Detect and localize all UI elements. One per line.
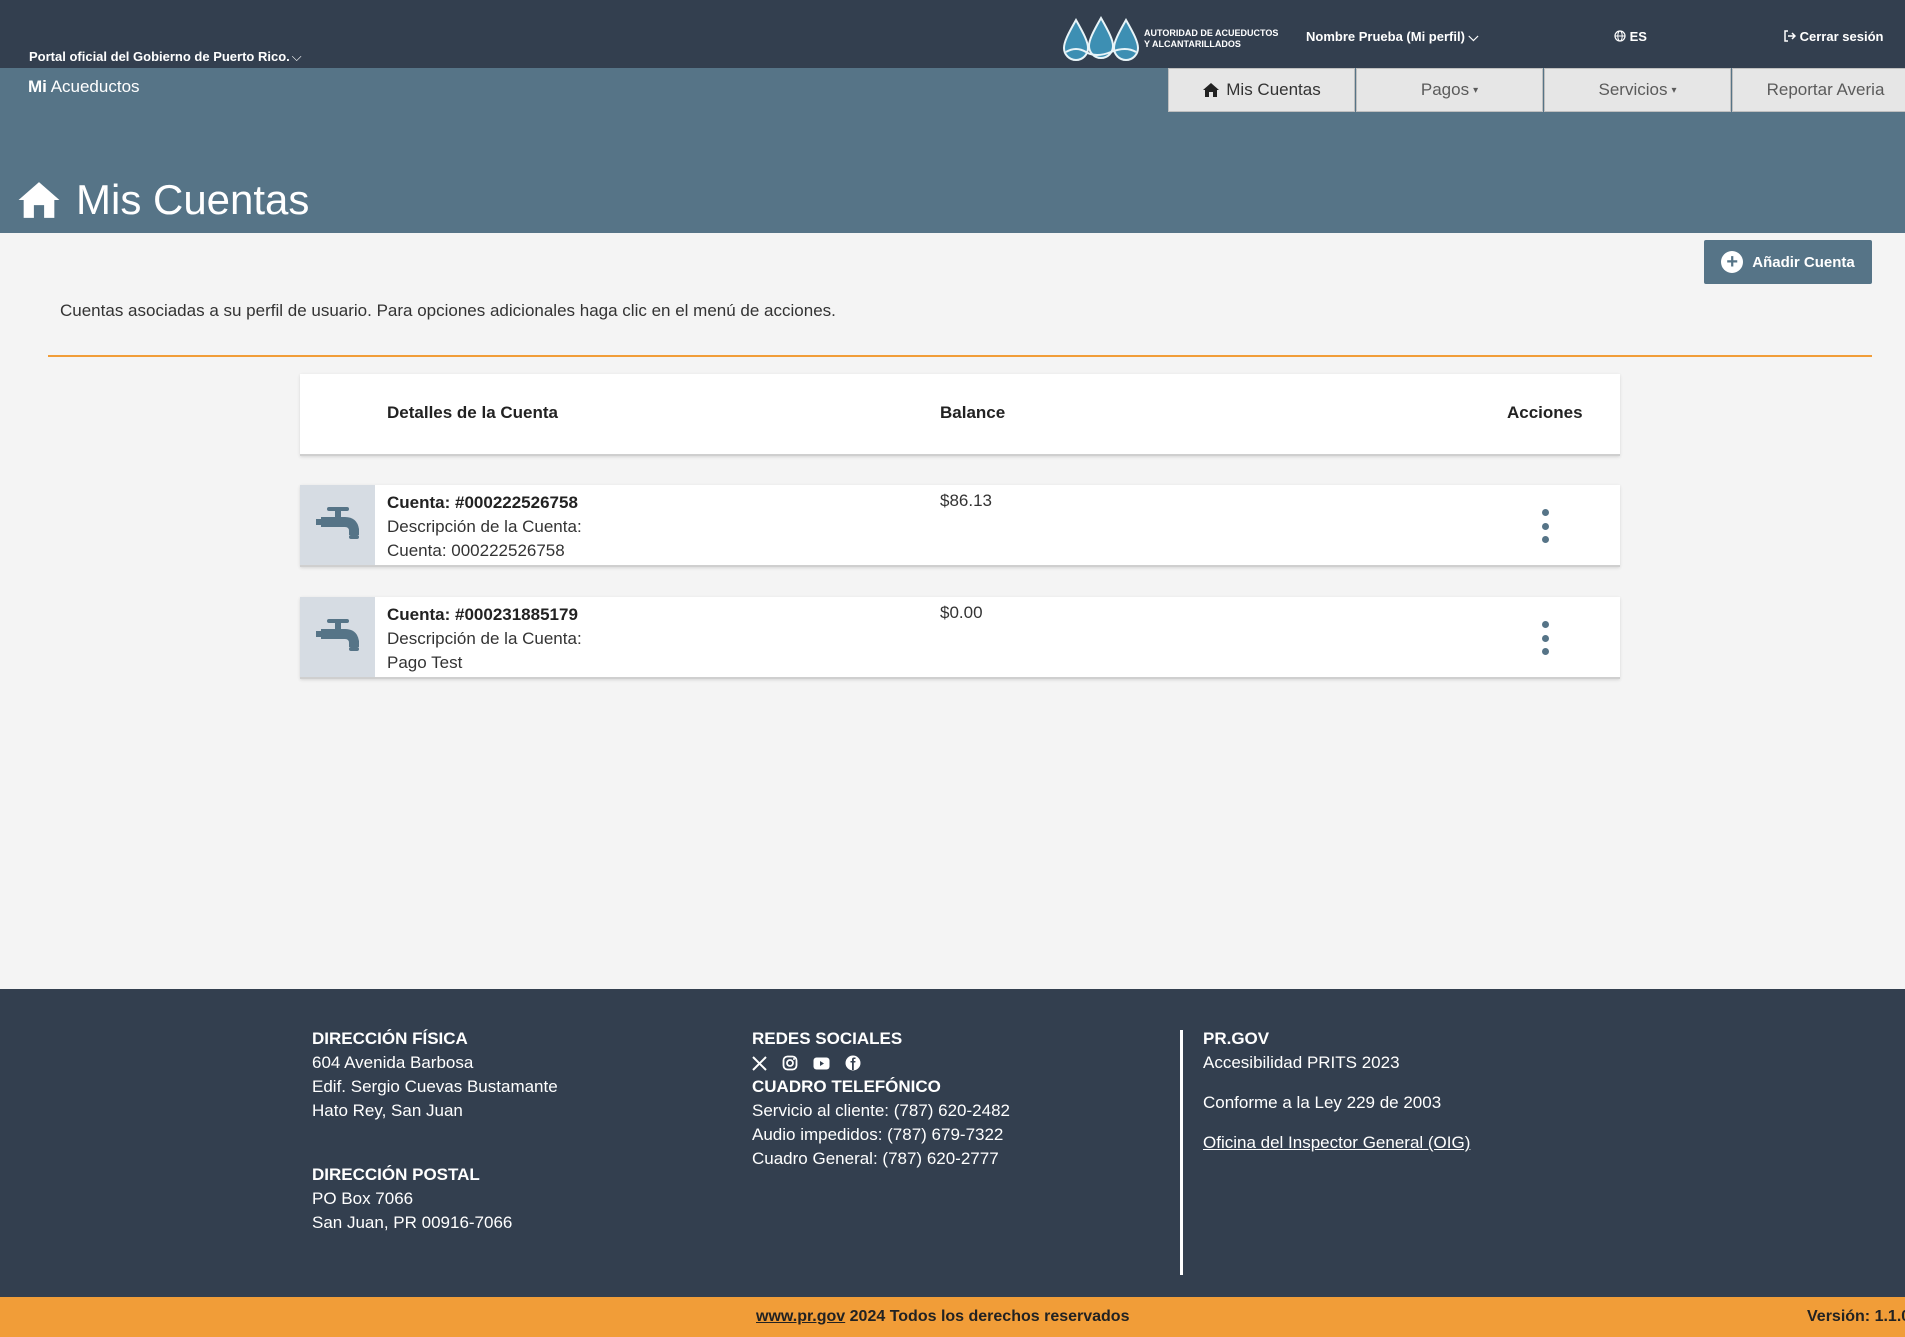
top-bar: Portal oficial del Gobierno de Puerto Ri…: [0, 0, 1905, 68]
header-details: Detalles de la Cuenta: [387, 403, 559, 422]
language-selector[interactable]: ES: [1614, 29, 1647, 44]
nav-reportar-averia[interactable]: Reportar Averia: [1732, 68, 1905, 112]
account-balance: $0.00: [940, 603, 983, 622]
actions-menu-icon[interactable]: [1535, 509, 1555, 543]
globe-icon: [1614, 30, 1626, 42]
user-profile-menu[interactable]: Nombre Prueba (Mi perfil) ⌵: [1306, 29, 1478, 45]
faucet-icon: [300, 597, 375, 677]
water-drops-icon: [1062, 16, 1140, 61]
add-account-button[interactable]: + Añadir Cuenta: [1704, 240, 1872, 284]
account-balance: $86.13: [940, 491, 992, 510]
caret-down-icon: ▾: [1671, 84, 1677, 96]
actions-menu-icon[interactable]: [1535, 621, 1555, 655]
footer: DIRECCIÓN FÍSICA 604 Avenida Barbosa Edi…: [0, 989, 1905, 1297]
account-description: Cuenta: 000222526758: [387, 541, 565, 560]
account-description: Pago Test: [387, 653, 463, 672]
bottom-bar: www.pr.gov 2024 Todos los derechos reser…: [0, 1297, 1905, 1337]
nav-mis-cuentas[interactable]: Mis Cuentas: [1168, 68, 1355, 112]
gov-portal-dropdown[interactable]: Portal oficial del Gobierno de Puerto Ri…: [29, 49, 302, 65]
app-brand[interactable]: Mi Acueductos: [28, 77, 140, 97]
footer-physical-address: DIRECCIÓN FÍSICA 604 Avenida Barbosa Edi…: [312, 1029, 558, 1120]
youtube-icon[interactable]: [813, 1057, 830, 1070]
logout-link[interactable]: Cerrar sesión: [1783, 29, 1883, 44]
logout-icon: [1784, 30, 1797, 42]
nav-servicios[interactable]: Servicios ▾: [1544, 68, 1731, 112]
account-description-label: Descripción de la Cuenta:: [387, 517, 582, 536]
divider: [48, 355, 1872, 357]
footer-postal-address: DIRECCIÓN POSTAL PO Box 7066 San Juan, P…: [312, 1165, 513, 1232]
header-actions: Acciones: [1507, 403, 1583, 422]
accounts-table-header: Detalles de la Cuenta Balance Acciones: [300, 374, 1620, 456]
intro-text: Cuentas asociadas a su perfil de usuario…: [60, 301, 836, 320]
main-nav: Mis Cuentas Pagos ▾ Servicios ▾ Reportar A…: [1168, 68, 1905, 112]
home-icon: [1203, 83, 1220, 97]
faucet-icon: [300, 485, 375, 565]
footer-prgov: PR.GOV Accesibilidad PRITS 2023 Conforme…: [1203, 1027, 1470, 1155]
nav-pagos[interactable]: Pagos ▾: [1356, 68, 1543, 112]
oig-link[interactable]: Oficina del Inspector General (OIG): [1203, 1131, 1470, 1155]
footer-divider: [1180, 1030, 1183, 1275]
home-icon: [18, 182, 60, 218]
account-description-label: Descripción de la Cuenta:: [387, 629, 582, 648]
x-icon[interactable]: [752, 1055, 767, 1071]
caret-down-icon: ▾: [1473, 84, 1479, 96]
prgov-link[interactable]: www.pr.gov: [756, 1308, 845, 1325]
plus-icon: +: [1721, 251, 1744, 273]
page-title: Mis Cuentas: [16, 176, 309, 224]
account-number: Cuenta: #000231885179: [387, 605, 578, 624]
account-number: Cuenta: #000222526758: [387, 493, 578, 512]
footer-contact: REDES SOCIALES CUADRO TELEFÓNICO Servici…: [752, 1029, 1010, 1168]
header-balance: Balance: [940, 403, 1006, 422]
version-label: Versión: 1.1.0: [1807, 1308, 1905, 1325]
chevron-down-icon: ⌵: [1464, 29, 1479, 44]
facebook-icon[interactable]: [845, 1055, 861, 1071]
table-row: Cuenta: #000222526758 Descripción de la …: [300, 485, 1620, 567]
chevron-down-icon: ⌵: [291, 49, 302, 64]
instagram-icon[interactable]: [782, 1055, 798, 1071]
aaa-logo[interactable]: AUTORIDAD DE ACUEDUCTOS Y ALCANTARILLADOS: [1062, 16, 1278, 62]
table-row: Cuenta: #000231885179 Descripción de la …: [300, 597, 1620, 679]
